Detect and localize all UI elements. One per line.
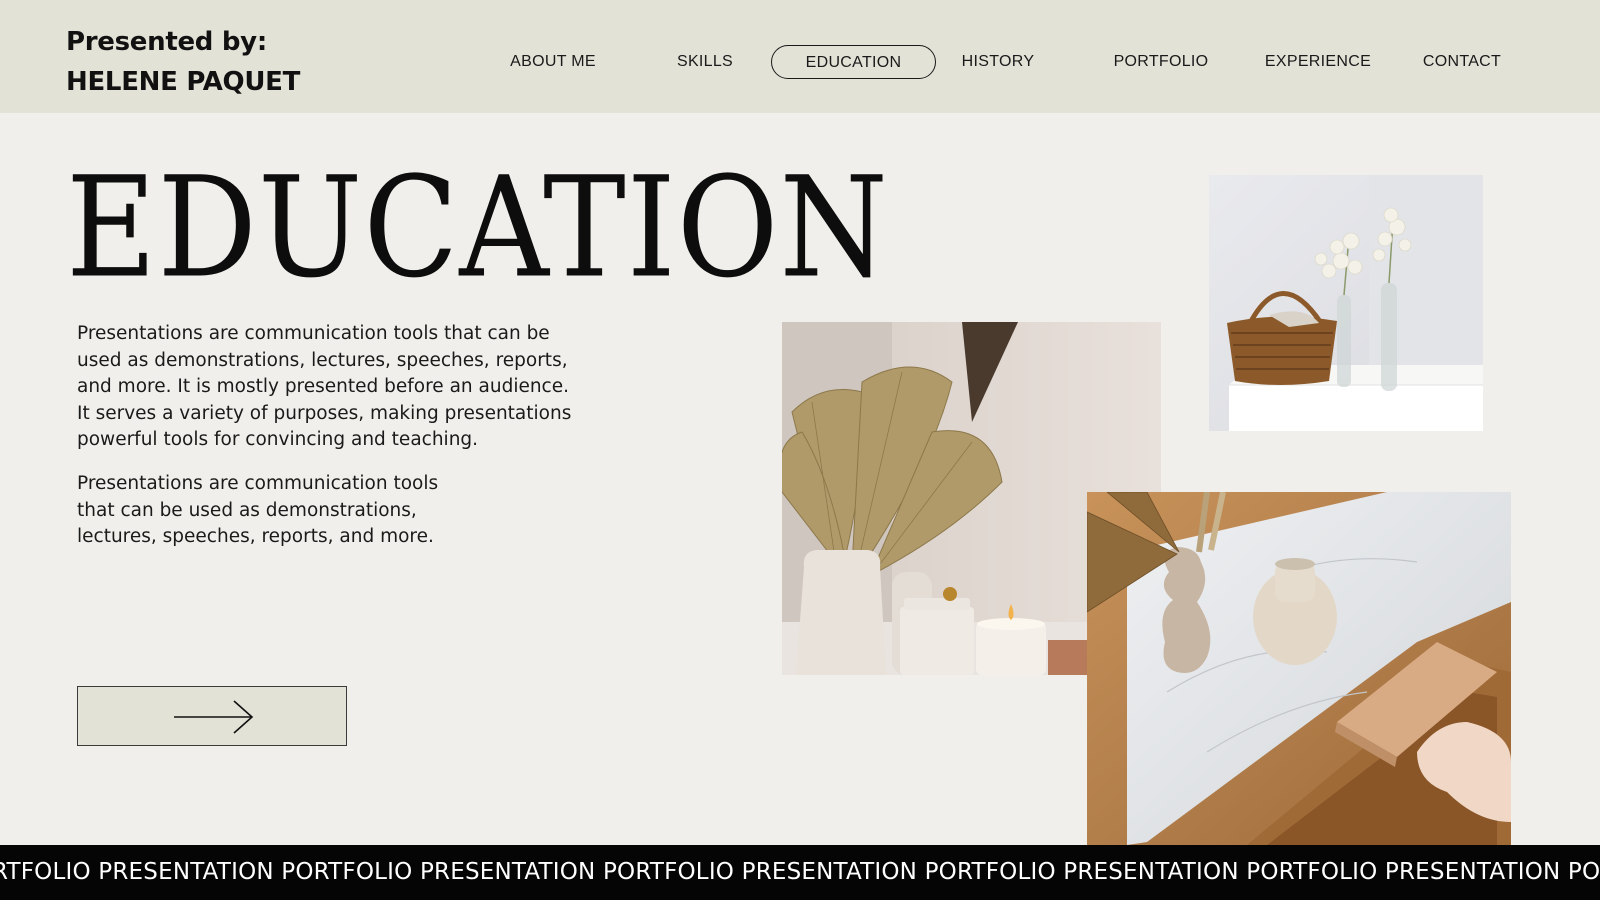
marquee-text: RTFOLIO PRESENTATION PORTFOLIO PRESENTAT…: [0, 859, 1600, 885]
nav-skills[interactable]: SKILLS: [665, 45, 745, 79]
body-paragraph-2: Presentations are communication tools th…: [77, 473, 439, 547]
nav-about-me[interactable]: ABOUT ME: [498, 45, 608, 79]
arrow-right-icon: [174, 700, 254, 734]
nav-portfolio[interactable]: PORTFOLIO: [1106, 45, 1216, 79]
presenter-name: HELENE PAQUET: [66, 67, 301, 97]
nav-experience[interactable]: EXPERIENCE: [1262, 45, 1374, 79]
page-title: EDUCATION: [66, 147, 889, 310]
nav-education[interactable]: EDUCATION: [771, 45, 936, 79]
body-paragraph-1: Presentations are communication tools th…: [77, 323, 572, 450]
presenter-label: Presented by:: [66, 27, 267, 57]
presenter-block: Presented by: HELENE PAQUET: [66, 22, 300, 102]
nav-history[interactable]: HISTORY: [952, 45, 1044, 79]
photo-flowers-basket: [1209, 175, 1483, 431]
top-nav-bar: Presented by: HELENE PAQUET ABOUT ME SKI…: [0, 0, 1600, 113]
photo-wooden-table-drawer: [1087, 492, 1511, 845]
next-arrow-button[interactable]: [77, 686, 347, 746]
nav-contact[interactable]: CONTACT: [1417, 45, 1507, 79]
bottom-marquee-banner: RTFOLIO PRESENTATION PORTFOLIO PRESENTAT…: [0, 845, 1600, 900]
